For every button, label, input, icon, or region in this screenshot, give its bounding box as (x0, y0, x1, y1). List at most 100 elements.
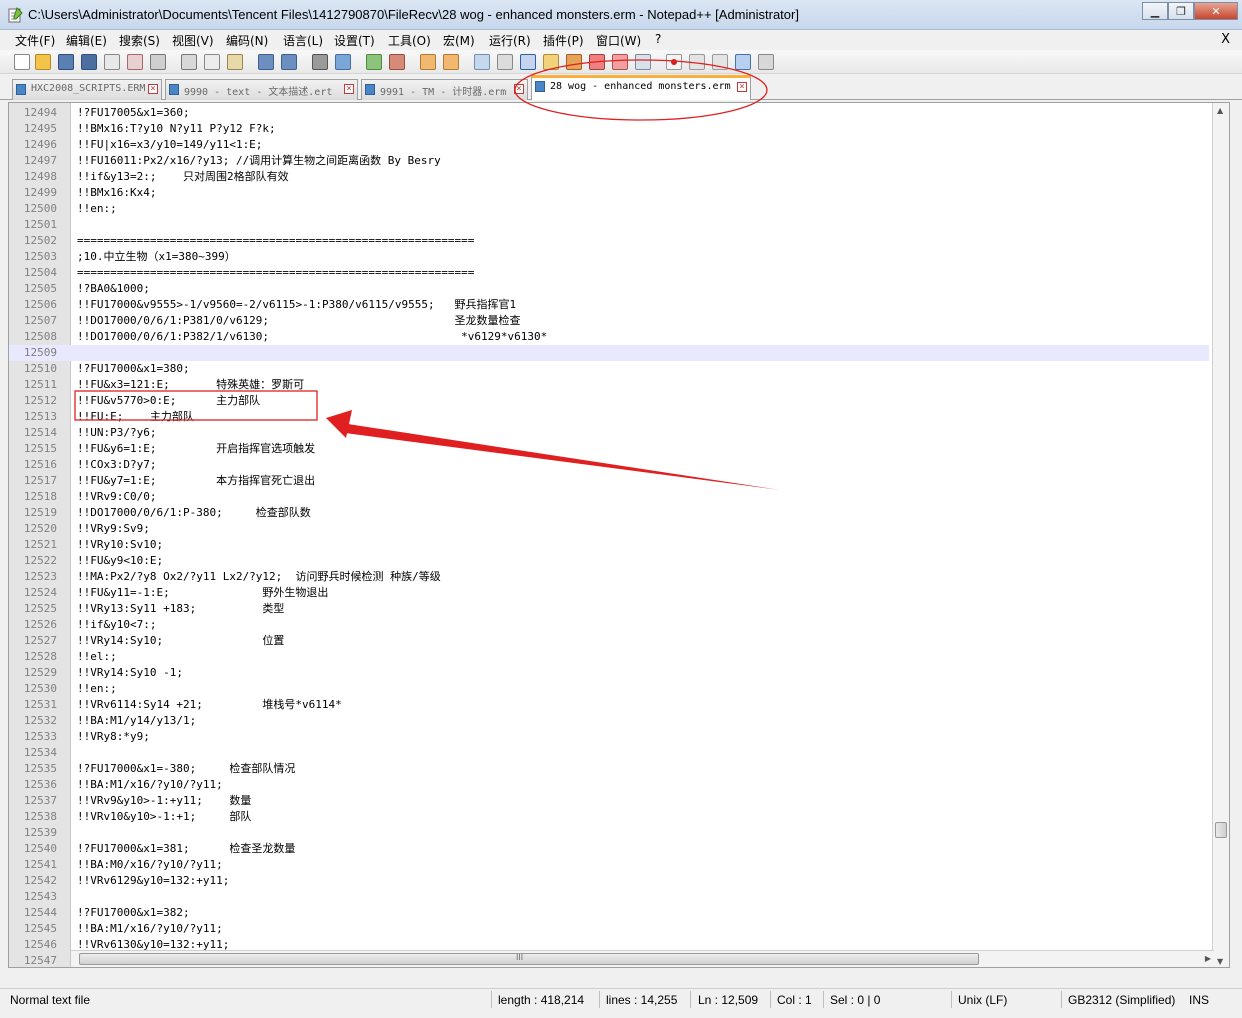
code-line[interactable]: 12529 !!VRy14:Sy10 -1; (9, 665, 1209, 681)
open-file-icon[interactable] (35, 54, 51, 70)
code-line[interactable]: 12509 (9, 345, 1209, 361)
menu-tools[interactable]: 工具(O) (388, 32, 431, 49)
menu-file[interactable]: 文件(F) (15, 32, 55, 49)
menu-window[interactable]: 窗口(W) (596, 32, 641, 49)
macro-save-icon[interactable] (758, 54, 774, 70)
code-line[interactable]: 12511 !!FU&x3=121:E; 特殊英雄：罗斯可 (9, 377, 1209, 393)
code-line[interactable]: 12531 !!VRv6114:Sy14 +21; 堆栈号*v6114* (9, 697, 1209, 713)
menu-run[interactable]: 运行(R) (489, 32, 531, 49)
code-line[interactable]: 12522 !!FU&y9<10:E; (9, 553, 1209, 569)
print-icon[interactable] (150, 54, 166, 70)
scroll-right-arrow-icon[interactable]: ▶ (1205, 954, 1211, 963)
code-line[interactable]: 12540 !?FU17000&x1=381; 检查圣龙数量 (9, 841, 1209, 857)
function-list-icon[interactable] (589, 54, 605, 70)
code-line[interactable]: 12534 (9, 745, 1209, 761)
menu-help[interactable]: ? (655, 32, 661, 46)
close-file-icon[interactable] (104, 54, 120, 70)
document-map-icon[interactable] (566, 54, 582, 70)
code-line[interactable]: 12510 !?FU17000&x1=380; (9, 361, 1209, 377)
tab-close-icon[interactable]: × (514, 84, 524, 94)
code-line[interactable]: 12520 !!VRy9:Sv9; (9, 521, 1209, 537)
code-line[interactable]: 12542 !!VRv6129&y10=132:+y11; (9, 873, 1209, 889)
menu-settings[interactable]: 设置(T) (334, 32, 375, 49)
copy-icon[interactable] (204, 54, 220, 70)
code-line[interactable]: 12519 !!DO17000/0/6/1:P-380; 检查部队数 (9, 505, 1209, 521)
minimize-button[interactable]: ▁ (1142, 2, 1168, 20)
horizontal-scrollbar[interactable]: III ▶ (71, 950, 1214, 967)
word-wrap-icon[interactable] (474, 54, 490, 70)
vertical-scrollbar[interactable]: ▲ ▼ (1212, 103, 1229, 967)
code-line[interactable]: 12545 !!BA:M1/x16/?y10/?y11; (9, 921, 1209, 937)
folder-as-workspace-icon[interactable] (612, 54, 628, 70)
code-line[interactable]: 12538 !!VRv10&y10>-1:+1; 部队 (9, 809, 1209, 825)
redo-icon[interactable] (281, 54, 297, 70)
code-line[interactable]: 12497 !!FU16011:Px2/x16/?y13; //调用计算生物之间距… (9, 153, 1209, 169)
cut-icon[interactable] (181, 54, 197, 70)
code-line[interactable]: 12518 !!VRv9:C0/0; (9, 489, 1209, 505)
code-line[interactable]: 12504 ===================================… (9, 265, 1209, 281)
zoom-out-icon[interactable] (389, 54, 405, 70)
code-line[interactable]: 12515 !!FU&y6=1:E; 开启指挥官选项触发 (9, 441, 1209, 457)
code-line[interactable]: 12543 (9, 889, 1209, 905)
sync-horizontal-icon[interactable] (443, 54, 459, 70)
tab-close-icon[interactable]: × (737, 82, 747, 92)
code-line[interactable]: 12508 !!DO17000/0/6/1:P382/1/v6130; *v612… (9, 329, 1209, 345)
code-line[interactable]: 12500 !!en:; (9, 201, 1209, 217)
code-line[interactable]: 12502 ===================================… (9, 233, 1209, 249)
paste-icon[interactable] (227, 54, 243, 70)
macro-run-multiple-icon[interactable] (735, 54, 751, 70)
code-line[interactable]: 12530 !!en:; (9, 681, 1209, 697)
code-line[interactable]: 12513 !!FU:E; 主力部队 (9, 409, 1209, 425)
undo-icon[interactable] (258, 54, 274, 70)
macro-record-icon[interactable] (666, 54, 682, 70)
code-line[interactable]: 12517 !!FU&y7=1:E; 本方指挥官死亡退出 (9, 473, 1209, 489)
menu-language[interactable]: 语言(L) (283, 32, 323, 49)
find-icon[interactable] (312, 54, 328, 70)
code-line[interactable]: 12501 (9, 217, 1209, 233)
sync-vertical-icon[interactable] (420, 54, 436, 70)
menu-macro[interactable]: 宏(M) (443, 32, 475, 49)
menu-search[interactable]: 搜索(S) (119, 32, 160, 49)
code-line[interactable]: 12498 !!if&y13=2:; 只对周围2格部队有效 (9, 169, 1209, 185)
code-line[interactable]: 12496 !!FU|x16=x3/y10=149/y11<1:E; (9, 137, 1209, 153)
close-all-icon[interactable] (127, 54, 143, 70)
menu-encoding[interactable]: 编码(N) (226, 32, 268, 49)
code-line[interactable]: 12506 !!FU17000&v9555>-1/v9560=-2/v6115>-… (9, 297, 1209, 313)
code-line[interactable]: 12526 !!if&y10<7:; (9, 617, 1209, 633)
code-line[interactable]: 12524 !!FU&y11=-1:E; 野外生物退出 (9, 585, 1209, 601)
vertical-scroll-thumb[interactable] (1215, 822, 1227, 838)
code-line[interactable]: 12499 !!BMx16:Kx4; (9, 185, 1209, 201)
code-line[interactable]: 12528 !!el:; (9, 649, 1209, 665)
close-button[interactable]: ✕ (1194, 2, 1238, 20)
macro-stop-icon[interactable] (689, 54, 705, 70)
scroll-up-arrow-icon[interactable]: ▲ (1217, 106, 1223, 115)
save-all-icon[interactable] (81, 54, 97, 70)
code-line[interactable]: 12525 !!VRy13:Sy11 +183; 类型 (9, 601, 1209, 617)
code-line[interactable]: 12516 !!COx3:D?y7; (9, 457, 1209, 473)
tab-9991-tm[interactable]: 9991 - TM - 计时器.erm × (361, 79, 528, 100)
tab-close-icon[interactable]: × (148, 84, 158, 94)
code-line[interactable]: 12532 !!BA:M1/y14/y13/1; (9, 713, 1209, 729)
save-icon[interactable] (58, 54, 74, 70)
menu-view[interactable]: 视图(V) (172, 32, 214, 49)
tab-9990-text[interactable]: 9990 - text - 文本描述.ert × (165, 79, 358, 100)
code-line[interactable]: 12523 !!MA:Px2/?y8 Ox2/?y11 Lx2/?y12; 访问野… (9, 569, 1209, 585)
replace-icon[interactable] (335, 54, 351, 70)
scroll-down-arrow-icon[interactable]: ▼ (1217, 957, 1223, 966)
tab-hxc2008-scripts[interactable]: HXC2008_SCRIPTS.ERM × (12, 79, 162, 100)
new-file-icon[interactable] (14, 54, 30, 70)
code-line[interactable]: 12512 !!FU&v5770>0:E; 主力部队 (9, 393, 1209, 409)
code-editor[interactable]: 12494 !?FU17005&x1=360; 12495 !!BMx16:T?y10… (8, 102, 1230, 968)
user-defined-language-icon[interactable] (543, 54, 559, 70)
code-line[interactable]: 12521 !!VRy10:Sv10; (9, 537, 1209, 553)
maximize-button[interactable]: ❐ (1168, 2, 1194, 20)
zoom-in-icon[interactable] (366, 54, 382, 70)
code-line[interactable]: 12505 !?BA0&1000; (9, 281, 1209, 297)
code-line[interactable]: 12495 !!BMx16:T?y10 N?y11 P?y12 F?k; (9, 121, 1209, 137)
code-line[interactable]: 12527 !!VRy14:Sy10; 位置 (9, 633, 1209, 649)
code-line[interactable]: 12533 !!VRy8:*y9; (9, 729, 1209, 745)
code-line[interactable]: 12541 !!BA:M0/x16/?y10/?y11; (9, 857, 1209, 873)
menu-plugins[interactable]: 插件(P) (543, 32, 584, 49)
code-line[interactable]: 12514 !!UN:P3/?y6; (9, 425, 1209, 441)
code-line[interactable]: 12536 !!BA:M1/x16/?y10/?y11; (9, 777, 1209, 793)
